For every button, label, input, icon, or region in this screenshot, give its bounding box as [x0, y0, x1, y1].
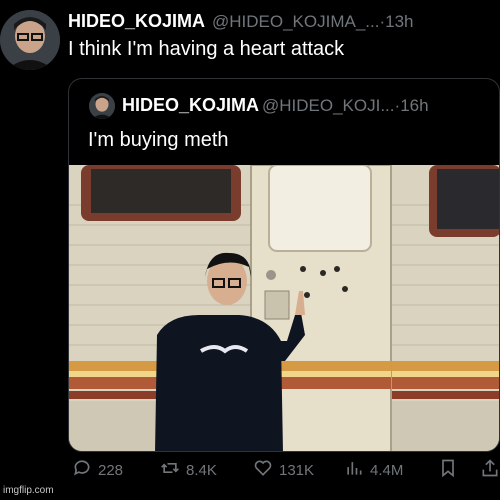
reply-count: 228 — [98, 461, 124, 479]
quoted-handle-time: @HIDEO_KOJI...·16h — [262, 96, 429, 116]
repost-icon — [160, 458, 180, 482]
reply-icon — [72, 458, 92, 482]
quoted-author-name: HIDEO_KOJIMA — [122, 95, 260, 115]
share-button[interactable] — [480, 459, 500, 481]
views-button[interactable]: 4.4M — [344, 459, 403, 481]
tweet-time[interactable]: 13h — [385, 12, 413, 31]
share-icon — [480, 458, 500, 482]
quoted-tweet-text: I'm buying meth — [88, 129, 229, 151]
views-icon — [344, 458, 364, 482]
reply-button[interactable]: 228 — [72, 459, 123, 481]
like-button[interactable]: 131K — [253, 459, 314, 481]
like-icon — [253, 458, 273, 482]
avatar[interactable] — [0, 10, 60, 70]
author-name[interactable]: HIDEO_KOJIMA — [68, 11, 205, 32]
quoted-avatar — [89, 93, 115, 119]
quoted-tweet-card[interactable]: HIDEO_KOJIMA @HIDEO_KOJI...·16h I'm buyi… — [68, 78, 500, 452]
repost-button[interactable]: 8.4K — [160, 459, 217, 481]
like-count: 131K — [279, 461, 315, 479]
watermark: imgflip.com — [3, 485, 54, 496]
views-count: 4.4M — [370, 461, 404, 479]
tweet-text: I think I'm having a heart attack — [68, 38, 345, 60]
repost-count: 8.4K — [186, 461, 217, 479]
quoted-author-handle: @HIDEO_KOJI... — [262, 96, 395, 115]
tweet-photo[interactable] — [69, 165, 500, 452]
bookmark-button[interactable] — [438, 459, 458, 481]
author-handle-time: @HIDEO_KOJIMA_...·13h — [212, 12, 414, 32]
author-handle[interactable]: @HIDEO_KOJIMA_... — [212, 12, 379, 31]
bookmark-icon — [438, 458, 458, 482]
quoted-tweet-time: 16h — [400, 96, 429, 115]
